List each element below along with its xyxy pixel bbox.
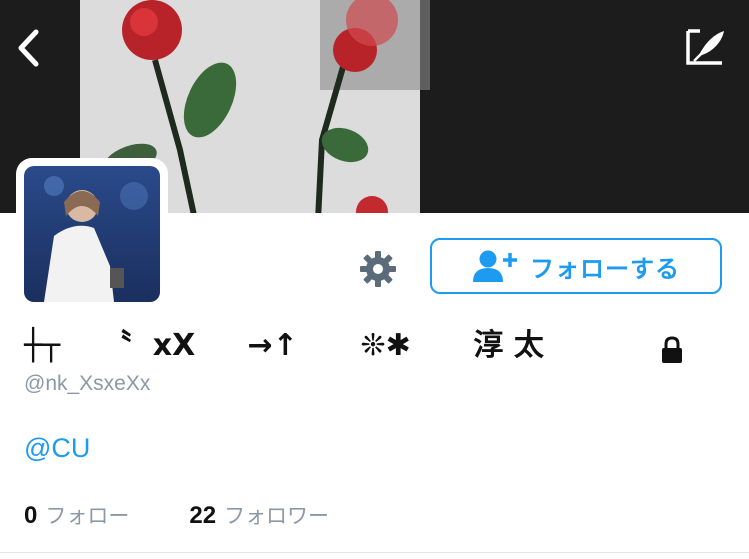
- follow-button[interactable]: フォローする: [430, 238, 722, 294]
- followers-stat[interactable]: 22 フォロワー: [189, 500, 329, 530]
- gear-icon: [360, 251, 396, 287]
- user-handle: @nk_XsxeXx: [24, 372, 151, 395]
- following-stat[interactable]: 0 フォロー: [24, 500, 129, 530]
- bio-mention-link[interactable]: @CU: [24, 433, 90, 464]
- compose-button[interactable]: [680, 24, 732, 70]
- add-user-icon: [473, 250, 517, 282]
- profile-stats: 0 フォロー 22 フォロワー: [24, 500, 329, 532]
- chevron-left-icon: [18, 29, 39, 67]
- lock-icon: [662, 336, 682, 363]
- following-count: 0: [24, 502, 38, 529]
- display-name: ┼┬ 〝 xX →↑ ❊✱ 淳 太: [24, 328, 544, 363]
- followers-count: 22: [189, 502, 217, 529]
- following-label: フォロー: [45, 504, 130, 528]
- divider: [0, 552, 749, 553]
- back-button[interactable]: [8, 24, 48, 72]
- avatar-image: [24, 166, 160, 302]
- followers-label: フォロワー: [224, 504, 330, 528]
- avatar[interactable]: [16, 158, 168, 310]
- settings-button[interactable]: [354, 246, 402, 292]
- compose-feather-icon: [686, 29, 724, 65]
- follow-label: フォローする: [530, 254, 680, 283]
